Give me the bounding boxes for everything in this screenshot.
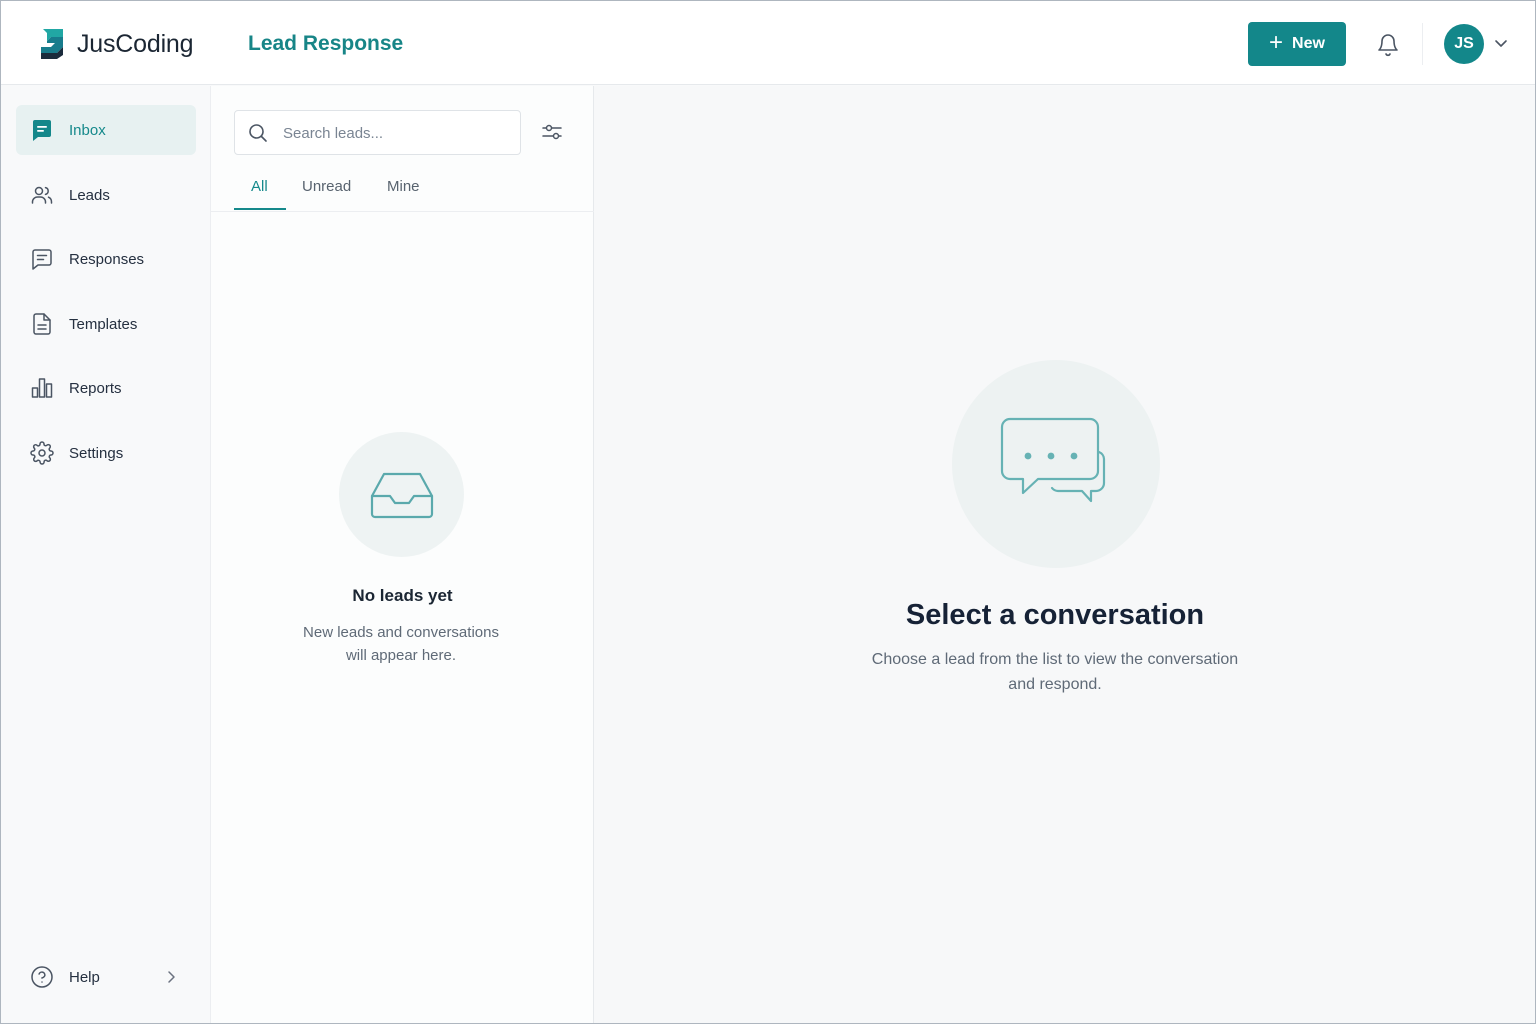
app-window: JusCoding Lead Response + New JS Inbox L… xyxy=(0,0,1536,1024)
empty-state-title: No leads yet xyxy=(352,586,453,605)
empty-desc-line: New leads and conversations xyxy=(303,624,499,641)
main-desc-line: and respond. xyxy=(1008,676,1102,693)
app-title: Lead Response xyxy=(248,32,404,55)
sidebar-item-reports[interactable]: Reports xyxy=(16,363,196,413)
conversation-illustration xyxy=(952,360,1160,568)
document-icon xyxy=(33,313,51,335)
lead-tabs: All Unread Mine xyxy=(211,174,594,212)
brand-logo[interactable]: JusCoding xyxy=(37,27,194,61)
main-empty-description: Choose a lead from the list to view the … xyxy=(835,647,1275,697)
sidebar-item-label: Reports xyxy=(69,379,122,397)
top-header: JusCoding Lead Response + New JS xyxy=(1,1,1535,85)
tab-mine[interactable]: Mine xyxy=(387,178,420,212)
active-tab-indicator xyxy=(234,208,286,210)
sidebar-item-inbox[interactable]: Inbox xyxy=(16,105,196,155)
sidebar: Inbox Leads Responses Templates Reports … xyxy=(1,86,211,1023)
new-button[interactable]: + New xyxy=(1248,22,1346,66)
header-divider xyxy=(1422,23,1423,65)
sidebar-item-label: Help xyxy=(69,968,100,986)
search-input[interactable] xyxy=(283,122,503,144)
plus-icon: + xyxy=(1269,29,1284,56)
message-square-icon xyxy=(32,249,52,270)
inbox-chat-icon xyxy=(33,120,51,141)
help-circle-icon xyxy=(31,966,53,988)
main-desc-line: Choose a lead from the list to view the … xyxy=(871,651,1239,668)
lead-list-panel: All Unread Mine No leads yet New leads a… xyxy=(211,86,594,1023)
conversation-pane: Select a conversation Choose a lead from… xyxy=(594,86,1535,1023)
chevron-down-icon[interactable] xyxy=(1494,38,1508,48)
main-empty-title: Select a conversation xyxy=(905,599,1205,631)
sidebar-item-templates[interactable]: Templates xyxy=(16,299,196,349)
gear-icon xyxy=(30,441,54,465)
brand-name: JusCoding xyxy=(77,29,194,58)
new-button-label: New xyxy=(1292,35,1325,52)
search-icon xyxy=(249,124,267,142)
filter-sliders-icon[interactable] xyxy=(541,122,563,142)
user-avatar[interactable]: JS xyxy=(1444,24,1484,64)
sidebar-item-label: Leads xyxy=(69,186,110,204)
tab-all[interactable]: All xyxy=(251,178,268,212)
notification-bell-icon[interactable] xyxy=(1376,31,1400,57)
users-icon xyxy=(31,186,53,204)
sidebar-item-settings[interactable]: Settings xyxy=(16,428,196,478)
empty-state-description: New leads and conversations will appear … xyxy=(286,621,516,667)
empty-desc-line: will appear here. xyxy=(345,647,457,664)
sidebar-item-label: Inbox xyxy=(69,121,106,139)
sidebar-item-label: Templates xyxy=(69,315,138,333)
chevron-right-icon xyxy=(168,971,175,983)
avatar-initials: JS xyxy=(1454,35,1474,52)
chat-bubbles-icon xyxy=(1000,417,1106,503)
sidebar-item-leads[interactable]: Leads xyxy=(16,170,196,220)
sidebar-item-help[interactable]: Help xyxy=(16,952,196,1002)
juscoding-logo-icon xyxy=(41,29,63,59)
inbox-tray-icon xyxy=(370,472,433,518)
sidebar-item-label: Settings xyxy=(69,444,124,462)
bar-chart-icon xyxy=(31,378,53,398)
empty-state-illustration xyxy=(339,432,464,557)
tab-unread[interactable]: Unread xyxy=(302,178,351,212)
search-box[interactable] xyxy=(234,110,521,155)
sidebar-item-label: Responses xyxy=(69,250,145,268)
sidebar-item-responses[interactable]: Responses xyxy=(16,234,196,284)
